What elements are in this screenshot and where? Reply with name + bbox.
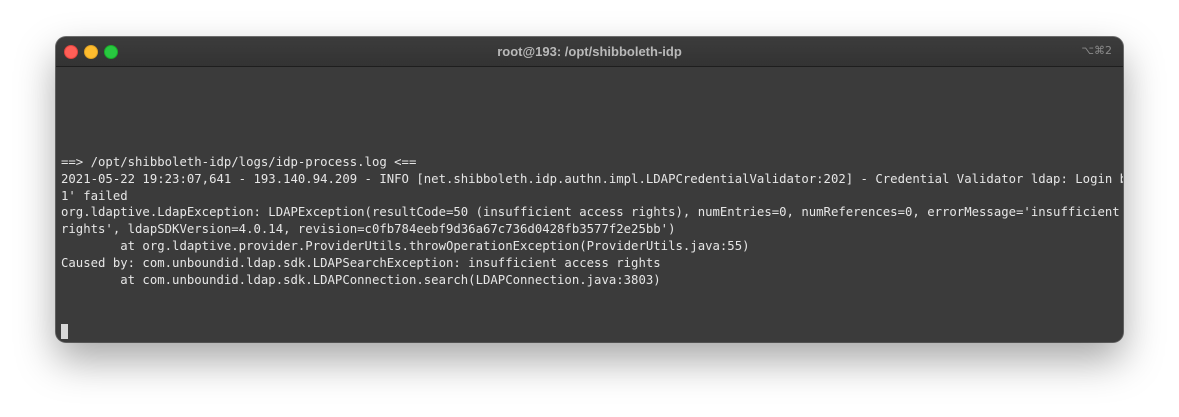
output-line: Caused by: com.unboundid.ldap.sdk.LDAPSe…: [61, 255, 661, 270]
output-line: rights', ldapSDKVersion=4.0.14, revision…: [61, 222, 676, 237]
terminal-output[interactable]: ==> /opt/shibboleth-idp/logs/idp-process…: [56, 67, 1123, 342]
text-cursor: [61, 324, 68, 339]
output-line: at com.unboundid.ldap.sdk.LDAPConnection…: [61, 272, 661, 287]
output-line: ==> /opt/shibboleth-idp/logs/idp-process…: [61, 155, 417, 169]
output-line: org.ldaptive.LdapException: LDAPExceptio…: [61, 205, 1123, 220]
title-bar[interactable]: root@193: /opt/shibboleth-idp ⌥⌘2: [56, 37, 1123, 67]
window-title: root@193: /opt/shibboleth-idp: [497, 44, 682, 59]
terminal-window: root@193: /opt/shibboleth-idp ⌥⌘2 ==> /o…: [56, 37, 1123, 342]
output-line: 2021-05-22 19:23:07,641 - 193.140.94.209…: [61, 171, 1123, 186]
window-shortcut: ⌥⌘2: [1081, 44, 1112, 57]
output-line: at org.ldaptive.provider.ProviderUtils.t…: [61, 238, 750, 253]
output-line: 1' failed: [61, 188, 128, 203]
output-lines: ==> /opt/shibboleth-idp/logs/idp-process…: [61, 154, 1123, 288]
